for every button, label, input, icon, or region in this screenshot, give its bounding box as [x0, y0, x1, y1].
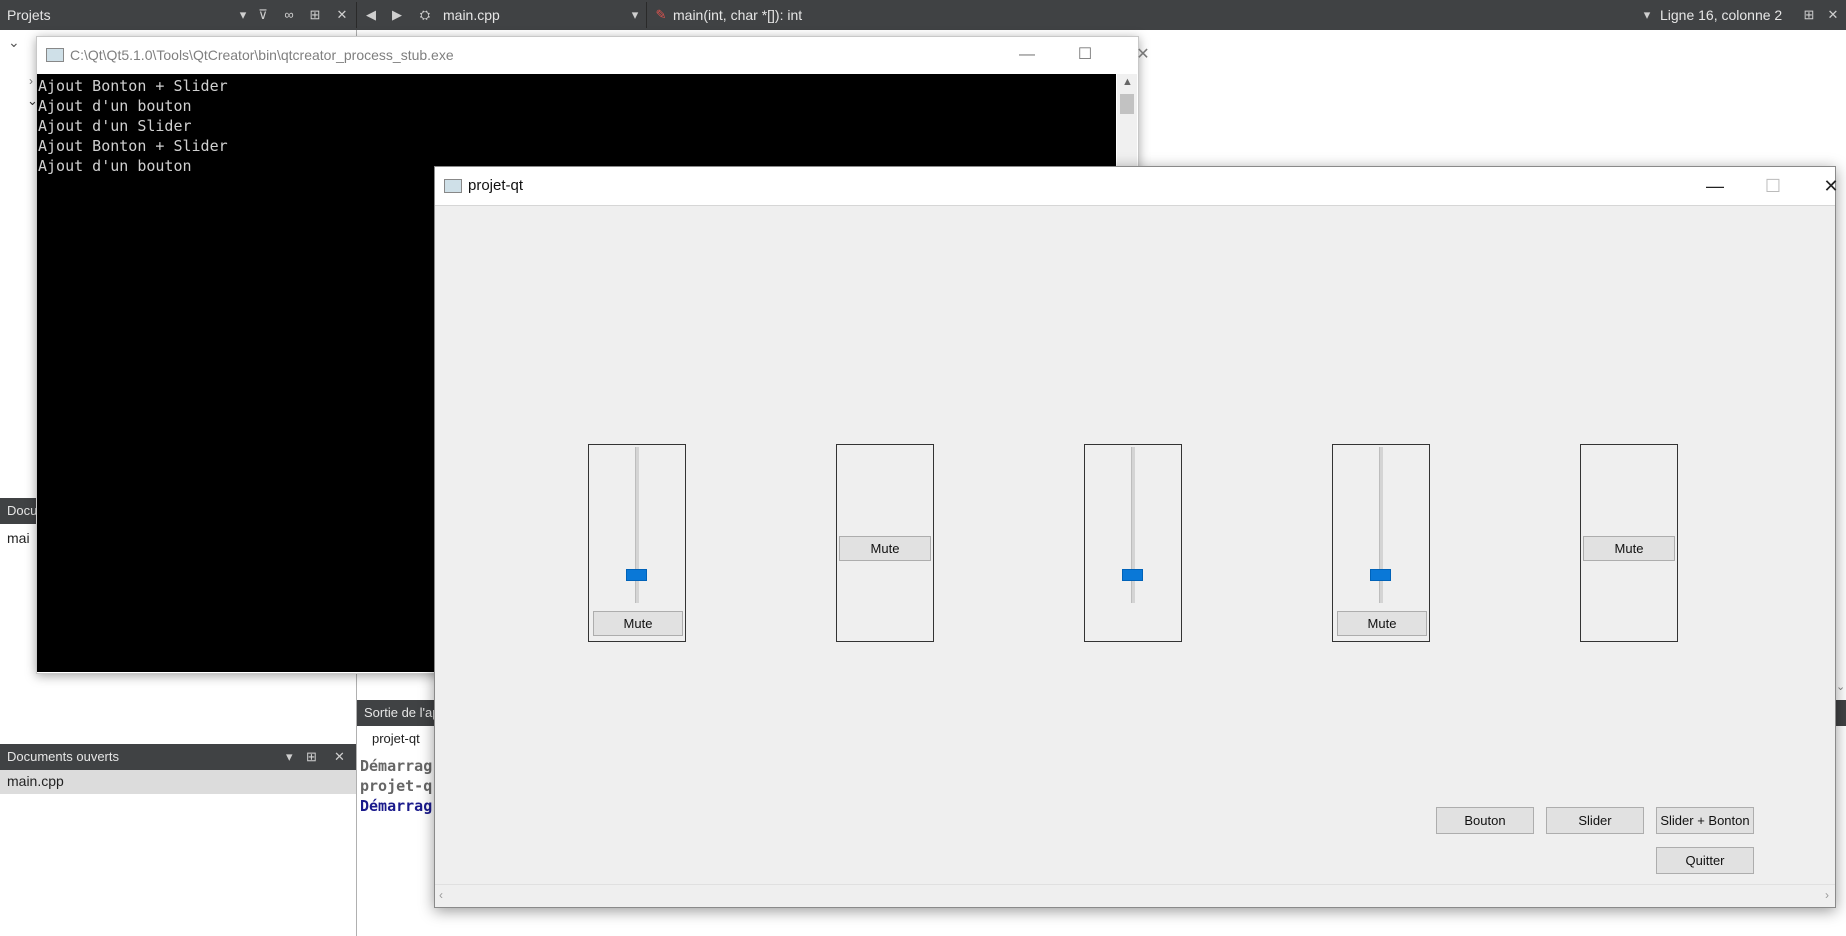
minimize-icon[interactable]: —: [998, 37, 1056, 73]
output-line: Démarrag: [360, 757, 433, 775]
volume-widget: [1084, 444, 1182, 642]
scroll-right-arrow-icon[interactable]: ›: [1825, 888, 1829, 902]
add-slider-button[interactable]: Slider: [1546, 807, 1644, 834]
open-documents-title: Documents ouverts: [7, 749, 119, 764]
forward-arrow-icon[interactable]: ▶: [388, 6, 406, 24]
add-button-button[interactable]: Bouton: [1436, 807, 1534, 834]
tree-collapsed-icon[interactable]: ›: [29, 74, 33, 88]
volume-widget: Mute: [588, 444, 686, 642]
split-icon[interactable]: ⊞: [306, 744, 317, 770]
output-tab[interactable]: projet-qt: [372, 731, 420, 746]
maximize-icon: ☐: [1764, 176, 1782, 196]
tree-expand-icon[interactable]: ⌄: [8, 34, 20, 51]
close-icon[interactable]: ✕: [1802, 167, 1846, 205]
app-window: projet-qt — ☐ ✕ Mute Mute Mute Mute Bout…: [434, 166, 1839, 908]
output-log: Démarrag projet-q Démarrag: [360, 756, 432, 816]
panel-title-fragment: Docu: [7, 503, 38, 518]
scroll-left-arrow-icon[interactable]: ‹: [439, 888, 443, 902]
output-line: Démarrag: [360, 797, 433, 815]
open-document-name[interactable]: main.cpp: [7, 773, 64, 789]
app-title-bar[interactable]: projet-qt — ☐ ✕: [435, 167, 1839, 206]
app-icon: [444, 179, 462, 193]
mute-button[interactable]: Mute: [1337, 611, 1427, 636]
minimize-icon[interactable]: —: [1686, 167, 1744, 205]
open-documents-header: Documents ouverts ▾ ⊞ ✕: [0, 744, 356, 770]
mute-button[interactable]: Mute: [839, 536, 931, 561]
console-line: Ajout d'un Slider: [38, 117, 192, 135]
output-title-fragment: Sortie de l'ap: [364, 705, 440, 720]
projects-label: Projets: [7, 7, 51, 23]
app-title: projet-qt: [468, 177, 524, 194]
console-app-icon: [46, 48, 64, 62]
back-arrow-icon[interactable]: ◀: [362, 6, 380, 24]
chevron-down-icon[interactable]: ▾: [286, 744, 293, 770]
file-selector[interactable]: main.cpp: [443, 0, 500, 30]
filter-icon[interactable]: ⊽: [254, 6, 272, 24]
scroll-down-arrow-icon[interactable]: ⌄: [1836, 680, 1845, 693]
lock-icon: ⛭: [419, 7, 431, 22]
split-icon[interactable]: ⊞: [1800, 6, 1818, 24]
slider-handle[interactable]: [1122, 569, 1143, 582]
chevron-down-icon[interactable]: ▾: [626, 6, 644, 24]
dropdown-arrow-icon[interactable]: ▾: [234, 6, 252, 24]
console-title: C:\Qt\Qt5.1.0\Tools\QtCreator\bin\qtcrea…: [70, 47, 454, 63]
add-slider-button-button[interactable]: Slider + Bonton: [1656, 807, 1754, 834]
output-line: projet-q: [360, 777, 433, 795]
horizontal-scrollbar[interactable]: ‹ ›: [435, 884, 1835, 907]
mute-button[interactable]: Mute: [1583, 536, 1675, 561]
volume-widget: Mute: [836, 444, 934, 642]
slider-handle[interactable]: [1370, 569, 1391, 582]
chevron-down-icon[interactable]: ▾: [1638, 6, 1656, 24]
close-icon[interactable]: ✕: [1114, 37, 1172, 73]
scrollbar-thumb[interactable]: [1120, 94, 1134, 114]
volume-widget: Mute: [1580, 444, 1678, 642]
cursor-position[interactable]: Ligne 16, colonne 2: [1660, 0, 1782, 30]
console-line: Ajout d'un bouton: [38, 97, 192, 115]
open-document-row[interactable]: main.cpp: [0, 770, 356, 794]
maximize-icon[interactable]: ☐: [1056, 37, 1114, 73]
quit-button[interactable]: Quitter: [1656, 847, 1754, 874]
link-icon[interactable]: ∞: [280, 6, 298, 24]
close-icon[interactable]: ✕: [1824, 6, 1842, 24]
console-line: Ajout Bonton + Slider: [38, 137, 228, 155]
document-item[interactable]: mai: [7, 530, 30, 546]
mute-button[interactable]: Mute: [593, 611, 683, 636]
function-icon: ✎: [655, 7, 667, 22]
close-icon[interactable]: ✕: [333, 6, 351, 24]
split-icon[interactable]: ⊞: [306, 6, 324, 24]
console-line: Ajout Bonton + Slider: [38, 77, 228, 95]
slider-handle[interactable]: [626, 569, 647, 582]
console-title-bar[interactable]: C:\Qt\Qt5.1.0\Tools\QtCreator\bin\qtcrea…: [37, 37, 1150, 73]
scroll-up-arrow-icon[interactable]: ▲: [1122, 76, 1133, 88]
editor-toolbar: Projets ▾ ⊽ ∞ ⊞ ✕ ◀ ▶ ⛭ main.cpp ▾ ✎ mai…: [0, 0, 1846, 30]
symbol-selector[interactable]: main(int, char *[]): int: [673, 0, 802, 30]
close-icon[interactable]: ✕: [334, 744, 345, 770]
volume-widget: Mute: [1332, 444, 1430, 642]
